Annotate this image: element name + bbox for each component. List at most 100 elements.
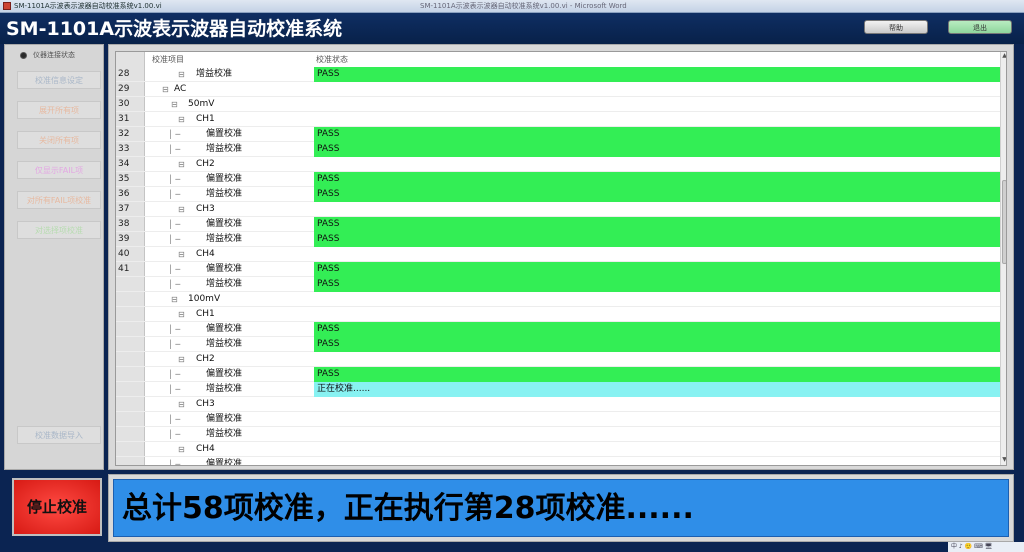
table-row[interactable]: │ ─ 增益校准 PASS: [116, 277, 1001, 292]
row-item-label: 增益校准: [206, 279, 243, 289]
row-number: 28: [118, 69, 130, 79]
row-item-label: 增益校准: [206, 144, 243, 154]
sidebar: 仪器连接状态 校准信息设定 展开所有项 关闭所有项 仅显示FAIL项 对所有FAIL项校…: [4, 44, 104, 470]
row-number: 37: [118, 204, 130, 214]
exit-button[interactable]: 退出: [948, 20, 1012, 34]
tree-branch-icon: │ ─: [168, 265, 181, 274]
progress-message: 总计58项校准，正在执行第28项校准......: [113, 479, 1009, 537]
table-row[interactable]: ⊟ 100mV: [116, 292, 1000, 307]
table-row[interactable]: 35 │ ─ 偏置校准 PASS: [116, 172, 1001, 187]
sidebar-button-2[interactable]: 展开所有项: [17, 101, 101, 119]
table-row[interactable]: │ ─ 偏置校准: [116, 412, 1000, 427]
table-row[interactable]: ⊟ CH1: [116, 307, 1000, 322]
table-row[interactable]: 32 │ ─ 偏置校准 PASS: [116, 127, 1001, 142]
table-row[interactable]: 29 ⊟ AC: [116, 82, 1000, 97]
tree-branch-icon: │ ─: [168, 235, 181, 244]
table-row[interactable]: │ ─ 偏置校准 PASS: [116, 367, 1001, 382]
row-item-label: 偏置校准: [206, 459, 243, 466]
tree-collapse-icon[interactable]: ⊟: [178, 307, 185, 322]
row-number: 33: [118, 144, 130, 154]
stop-calibration-button[interactable]: 停止校准: [12, 478, 102, 536]
tree-collapse-icon[interactable]: ⊟: [178, 247, 185, 262]
row-item-label: CH3: [196, 399, 215, 409]
window-titlebar: SM-1101A示波表示波器自动校准系统v1.00.vi SM-1101A示波表…: [0, 0, 1024, 13]
row-number: 31: [118, 114, 130, 124]
sidebar-button-3[interactable]: 关闭所有项: [17, 131, 101, 149]
table-row[interactable]: 41 │ ─ 偏置校准 PASS: [116, 262, 1001, 277]
tree-collapse-icon[interactable]: ⊟: [178, 112, 185, 127]
row-status-cell: [314, 292, 1001, 307]
row-item-label: 偏置校准: [206, 414, 243, 424]
row-number: 36: [118, 189, 130, 199]
table-row[interactable]: 31 ⊟ CH1: [116, 112, 1000, 127]
table-row[interactable]: ⊟ CH4: [116, 442, 1000, 457]
scroll-down-arrow-icon[interactable]: ▼: [1001, 456, 1006, 464]
row-status-cell: [314, 97, 1001, 112]
row-status-cell: [314, 442, 1001, 457]
row-status-cell: PASS: [314, 127, 1001, 142]
tree-collapse-icon[interactable]: ⊟: [178, 442, 185, 457]
window-title: SM-1101A示波表示波器自动校准系统v1.00.vi: [14, 2, 162, 10]
row-status-cell: [314, 457, 1001, 465]
import-data-button[interactable]: 校准数据导入: [17, 426, 101, 444]
row-item-label: AC: [174, 84, 187, 94]
help-button[interactable]: 帮助: [864, 20, 928, 34]
app-window-icon: [3, 2, 11, 10]
system-tray: 中 ♪ 🙂 ⌨ 🖥: [948, 542, 1024, 552]
row-status-cell: [314, 427, 1001, 442]
table-row[interactable]: 40 ⊟ CH4: [116, 247, 1000, 262]
window-title-secondary: SM-1101A示波表示波器自动校准系统v1.00.vi - Microsoft…: [420, 2, 627, 10]
row-item-label: 增益校准: [206, 234, 243, 244]
row-status-cell: PASS: [314, 142, 1001, 157]
row-number: 32: [118, 129, 130, 139]
table-row[interactable]: 33 │ ─ 增益校准 PASS: [116, 142, 1001, 157]
table-row[interactable]: 28 ⊟ 增益校准 PASS: [116, 67, 1001, 82]
tree-collapse-icon[interactable]: ⊟: [178, 157, 185, 172]
column-header-status: 校准状态: [316, 55, 348, 64]
row-item-label: 偏置校准: [206, 219, 243, 229]
row-item-label: 100mV: [188, 294, 221, 304]
row-status-cell: PASS: [314, 277, 1001, 292]
tree-collapse-icon[interactable]: ⊟: [178, 352, 185, 367]
table-row[interactable]: 38 │ ─ 偏置校准 PASS: [116, 217, 1001, 232]
table-row[interactable]: ⊟ CH3: [116, 397, 1000, 412]
table-row[interactable]: │ ─ 增益校准 PASS: [116, 337, 1001, 352]
tree-collapse-icon[interactable]: ⊟: [178, 67, 185, 82]
table-row[interactable]: 36 │ ─ 增益校准 PASS: [116, 187, 1001, 202]
tree-collapse-icon[interactable]: ⊟: [171, 292, 178, 307]
row-status-cell: PASS: [314, 67, 1001, 82]
table-row[interactable]: 34 ⊟ CH2: [116, 157, 1000, 172]
vertical-scrollbar[interactable]: ▲ ▼: [1000, 52, 1006, 465]
tree-branch-icon: │ ─: [168, 145, 181, 154]
tree-collapse-icon[interactable]: ⊟: [178, 202, 185, 217]
sidebar-button-6[interactable]: 对选择项校准: [17, 221, 101, 239]
table-row[interactable]: 37 ⊟ CH3: [116, 202, 1000, 217]
table-row[interactable]: 39 │ ─ 增益校准 PASS: [116, 232, 1001, 247]
row-item-label: 增益校准: [206, 189, 243, 199]
table-row[interactable]: │ ─ 偏置校准 PASS: [116, 322, 1001, 337]
sidebar-button-1[interactable]: 校准信息设定: [17, 71, 101, 89]
tree-collapse-icon[interactable]: ⊟: [162, 82, 169, 97]
row-item-label: 增益校准: [196, 69, 233, 79]
table-row[interactable]: ⊟ CH2: [116, 352, 1000, 367]
sidebar-button-5[interactable]: 对所有FAIL项校准: [17, 191, 101, 209]
tree-branch-icon: │ ─: [168, 460, 181, 466]
table-row[interactable]: │ ─ 增益校准: [116, 427, 1000, 442]
row-status-cell: PASS: [314, 337, 1001, 352]
sidebar-button-4[interactable]: 仅显示FAIL项: [17, 161, 101, 179]
table-row[interactable]: │ ─ 偏置校准: [116, 457, 1001, 466]
scroll-thumb[interactable]: [1002, 180, 1006, 264]
tree-collapse-icon[interactable]: ⊟: [171, 97, 178, 112]
table-row[interactable]: │ ─ 增益校准 正在校准......: [116, 382, 1001, 397]
row-status-cell: PASS: [314, 262, 1001, 277]
row-number: 35: [118, 174, 130, 184]
row-status-cell: PASS: [314, 172, 1001, 187]
scroll-up-arrow-icon[interactable]: ▲: [1001, 52, 1006, 60]
row-item-label: CH2: [196, 159, 215, 169]
table-row[interactable]: 30 ⊟ 50mV: [116, 97, 1000, 112]
row-item-label: 偏置校准: [206, 369, 243, 379]
tree-branch-icon: │ ─: [168, 220, 181, 229]
tree-collapse-icon[interactable]: ⊟: [178, 397, 185, 412]
row-status-cell: [314, 307, 1001, 322]
row-item-label: 50mV: [188, 99, 215, 109]
